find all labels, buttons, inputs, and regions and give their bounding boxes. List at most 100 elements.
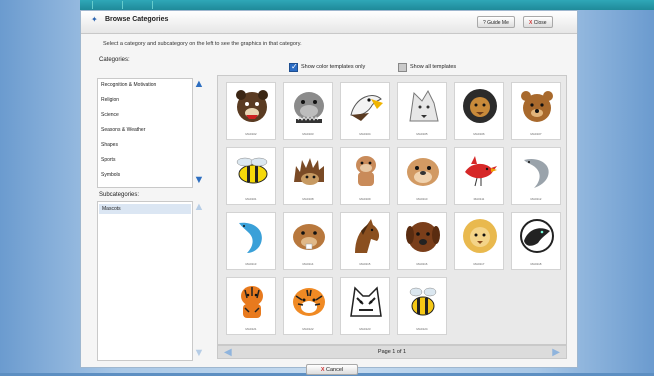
guide-me-label: Guide Me — [487, 20, 509, 26]
brown-dog-icon — [406, 222, 440, 252]
thumbnail-dolphin[interactable]: MA0112 — [511, 147, 561, 205]
scroll-up-icon[interactable]: ▲ — [193, 78, 205, 90]
category-item[interactable]: Religion — [101, 97, 119, 103]
thumbnail-bulldog-face[interactable]: MA0110 — [397, 147, 447, 205]
help-icon: ? — [483, 20, 486, 26]
cancel-label: Cancel — [326, 367, 344, 373]
dialog-title: Browse Categories — [105, 16, 169, 23]
dialog-header: ✦ Browse Categories ? Guide Me X Close — [81, 11, 577, 34]
subcategory-item[interactable]: Mascots — [102, 206, 121, 212]
category-item[interactable]: Science — [101, 112, 119, 118]
lion-face-icon — [463, 219, 497, 253]
categories-label: Categories: — [99, 57, 130, 63]
horse-icon — [355, 219, 380, 253]
bulldog-face-icon — [407, 158, 439, 186]
thumbnail-tiger-full[interactable]: MA0121 — [226, 277, 276, 335]
next-page-icon[interactable]: ▶ — [552, 347, 560, 358]
category-item[interactable]: Symbols — [101, 172, 120, 178]
thumbnail-bulldog[interactable]: MA0103 — [283, 82, 333, 140]
thumbnail-caption: MA0108 — [302, 197, 314, 201]
pagination-bar: ◀ Page 1 of 1 ▶ — [217, 345, 567, 359]
category-item[interactable]: Seasons & Weather — [101, 127, 145, 133]
thumbnail-tiger-face[interactable]: MA0122 — [283, 277, 333, 335]
instructions-text: Select a category and subcategory on the… — [103, 41, 302, 47]
show-all-checkbox[interactable] — [398, 63, 407, 72]
thumbnail-bear[interactable]: MA0102 — [226, 82, 276, 140]
browse-categories-dialog: ✦ Browse Categories ? Guide Me X Close S… — [80, 10, 578, 375]
thumbnail-hornet[interactable]: MA0101 — [226, 147, 276, 205]
categories-list[interactable]: Recognition & Motivation Religion Scienc… — [97, 78, 193, 188]
sub-scroll-down-icon[interactable]: ▼ — [193, 347, 205, 359]
thumbnail-wildcat[interactable]: MA0123 — [340, 277, 390, 335]
bear-icon — [236, 90, 268, 122]
thumbnail-caption: MA0124 — [416, 327, 428, 331]
category-item[interactable]: Shapes — [101, 142, 118, 148]
brown-bear-icon — [521, 91, 553, 122]
thumbnail-caption: MA0101 — [245, 197, 257, 201]
top-tab[interactable] — [114, 1, 123, 9]
thumbnail-caption: MA0109 — [359, 197, 371, 201]
subcategories-list[interactable]: Mascots — [97, 201, 193, 361]
thumbnail-brown-dog[interactable]: MA0116 — [397, 212, 447, 270]
tiger-full-icon — [241, 286, 263, 318]
scroll-down-icon[interactable]: ▼ — [193, 174, 205, 186]
thumbnail-lion[interactable]: MA0106 — [454, 82, 504, 140]
wolf-icon — [409, 89, 439, 122]
color-only-checkbox[interactable] — [289, 62, 298, 72]
thumbnail-grid: MA0102 MA0103 MA0104 MA0105 MA0106 MA010… — [217, 75, 567, 345]
subcategories-label: Subcategories: — [99, 192, 140, 198]
cardinal-icon — [465, 156, 497, 187]
thumbnail-caption: MA0105 — [416, 132, 428, 136]
thumbnail-hedgehog[interactable]: MA0108 — [283, 147, 333, 205]
thumbnail-caption: MA0114 — [302, 262, 314, 266]
bee-icon — [409, 287, 437, 316]
star-icon: ✦ — [91, 15, 98, 24]
sub-scroll-up-icon[interactable]: ▲ — [193, 201, 205, 213]
thumbnail-caption: MA0116 — [416, 262, 428, 266]
thumbnail-caption: MA0102 — [245, 132, 257, 136]
hedgehog-icon — [294, 158, 324, 185]
thumbnail-cardinal[interactable]: MA0111 — [454, 147, 504, 205]
category-item[interactable]: Sports — [101, 157, 115, 163]
hornet-icon — [236, 157, 268, 184]
lion-icon — [463, 89, 497, 123]
beaver-icon — [293, 224, 325, 250]
thumbnail-caption: MA0121 — [245, 327, 257, 331]
panther-icon — [520, 219, 554, 253]
page-indicator: Page 1 of 1 — [377, 349, 407, 355]
thumbnail-caption: MA0110 — [416, 197, 428, 201]
dolphin-icon — [524, 158, 549, 188]
thumbnail-wolf[interactable]: MA0105 — [397, 82, 447, 140]
thumbnail-lion-face[interactable]: MA0117 — [454, 212, 504, 270]
thumbnail-beaver[interactable]: MA0114 — [283, 212, 333, 270]
cancel-icon: X — [320, 367, 325, 373]
thumbnail-dolphin-blue[interactable]: MA0113 — [226, 212, 276, 270]
thumbnail-caption: MA0107 — [530, 132, 542, 136]
thumbnail-eagle[interactable]: MA0104 — [340, 82, 390, 140]
bulldog-icon — [294, 92, 324, 123]
top-tab[interactable] — [144, 1, 153, 9]
thumbnail-caption: MA0112 — [530, 197, 542, 201]
thumbnail-brown-bear[interactable]: MA0107 — [511, 82, 561, 140]
thumbnail-caption: MA0123 — [359, 327, 371, 331]
thumbnail-caption: MA0122 — [302, 327, 314, 331]
color-only-label: Show color templates only — [301, 64, 366, 70]
thumbnail-horse[interactable]: MA0115 — [340, 212, 390, 270]
cancel-button[interactable]: X Cancel — [306, 364, 358, 375]
close-icon: X — [529, 20, 533, 26]
top-tab[interactable] — [84, 1, 93, 9]
thumbnail-bulldog-standing[interactable]: MA0109 — [340, 147, 390, 205]
thumbnail-bee[interactable]: MA0124 — [397, 277, 447, 335]
thumbnail-panther[interactable]: MA0118 — [511, 212, 561, 270]
category-item[interactable]: Recognition & Motivation — [101, 82, 156, 88]
thumbnail-caption: MA0104 — [359, 132, 371, 136]
thumbnail-caption: MA0117 — [473, 262, 485, 266]
thumbnail-caption: MA0111 — [473, 197, 485, 201]
eagle-icon — [350, 95, 383, 121]
thumbnail-caption: MA0106 — [473, 132, 485, 136]
thumbnail-caption: MA0118 — [530, 262, 542, 266]
close-button[interactable]: X Close — [523, 16, 553, 28]
guide-me-button[interactable]: ? Guide Me — [477, 16, 515, 28]
thumbnail-caption: MA0113 — [245, 262, 257, 266]
tiger-face-icon — [293, 288, 325, 316]
